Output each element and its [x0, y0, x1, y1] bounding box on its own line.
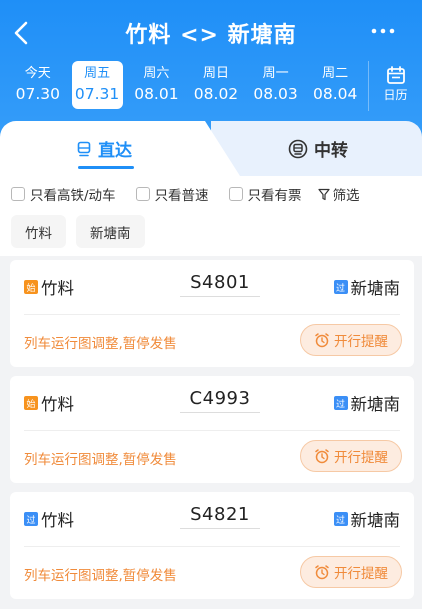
card-divider [24, 430, 400, 431]
page-title: 竹料 <> 新塘南 [125, 23, 297, 48]
date-weekday: 周日 [202, 66, 229, 81]
arrival-station-name: 新塘南 [350, 279, 401, 298]
date-value: 08.03 [253, 85, 298, 103]
alarm-clock-icon [315, 449, 329, 464]
train-number: S4821 [180, 504, 260, 529]
normal-speed-checkbox[interactable]: 只看普速 [135, 184, 209, 204]
tab-active-indicator [78, 166, 134, 169]
remind-label: 开行提醒 [334, 450, 388, 466]
date-weekday: 周五 [84, 66, 111, 81]
train-card-row: 过 竹料 S4821 过 新塘南 [24, 504, 400, 534]
remind-label: 开行提醒 [334, 334, 388, 350]
tab-transfer[interactable]: 中转 [288, 136, 348, 161]
date-value: 08.02 [193, 85, 239, 103]
train-card[interactable]: 始 竹料 C4993 过 新塘南 列车运行图调整,暂停发售 开行提醒 [10, 376, 414, 483]
filter-row: 只看高铁/动车 只看普速 只看有票 筛选 [11, 184, 360, 204]
departure-station-name: 竹料 [41, 279, 74, 298]
pass-station-badge: 过 [333, 512, 348, 526]
date-weekday: 周二 [322, 66, 349, 81]
suspension-note: 列车运行图调整,暂停发售 [24, 452, 177, 468]
calendar-icon [386, 66, 405, 84]
funnel-icon [317, 188, 330, 200]
date-item-0[interactable]: 今天 07.30 [8, 61, 68, 109]
departure-station: 始 竹料 [24, 275, 74, 299]
train-number: S4801 [180, 272, 260, 297]
pass-station-badge: 过 [333, 396, 348, 410]
checkbox-icon [11, 187, 25, 201]
filter-panel: 只看高铁/动车 只看普速 只看有票 筛选 竹料 新塘南 [0, 176, 422, 256]
tab-direct[interactable]: 直达 [76, 136, 132, 161]
checkbox-icon [228, 187, 243, 201]
date-item-4[interactable]: 周一 08.03 [246, 61, 306, 109]
train-number: C4993 [180, 388, 260, 413]
date-weekday: 周六 [143, 66, 170, 81]
pass-station-badge: 过 [24, 512, 38, 526]
date-value: 08.01 [134, 85, 179, 103]
start-station-badge: 始 [24, 280, 38, 294]
filter-button[interactable]: 筛选 [317, 184, 360, 204]
pass-station-badge: 过 [333, 280, 348, 294]
departure-station: 过 竹料 [24, 507, 74, 531]
card-divider [24, 546, 400, 547]
date-item-3[interactable]: 周日 08.02 [186, 61, 246, 109]
departure-station-name: 竹料 [41, 511, 74, 530]
suspension-note: 列车运行图调整,暂停发售 [24, 568, 177, 584]
normal-speed-label: 只看普速 [154, 188, 209, 204]
alarm-clock-icon [315, 333, 329, 348]
arrival-station-name: 新塘南 [350, 511, 401, 530]
train-card-row: 始 竹料 C4993 过 新塘南 [24, 388, 400, 418]
alarm-clock-icon [315, 565, 329, 580]
calendar-label: 日历 [383, 88, 408, 102]
high-speed-label: 只看高铁/动车 [30, 188, 116, 204]
filter-label: 筛选 [332, 188, 360, 204]
station-pill-to[interactable]: 新塘南 [76, 215, 145, 248]
suspension-note: 列车运行图调整,暂停发售 [24, 336, 177, 352]
date-item-5[interactable]: 周二 08.04 [305, 61, 365, 109]
arrival-station: 过 新塘南 [333, 391, 401, 415]
date-item-2[interactable]: 周六 08.01 [127, 61, 187, 109]
card-divider [24, 314, 400, 315]
calendar-button[interactable]: 日历 [368, 61, 422, 111]
available-only-label: 只看有票 [247, 188, 302, 204]
transfer-train-icon [288, 139, 308, 158]
departure-station-name: 竹料 [41, 395, 74, 414]
route-tabs: 直达 中转 [0, 121, 422, 176]
arrival-station: 过 新塘南 [333, 275, 401, 299]
start-station-badge: 始 [24, 396, 38, 410]
train-card[interactable]: 过 竹料 S4821 过 新塘南 列车运行图调整,暂停发售 开行提醒 [10, 492, 414, 599]
station-filter-row: 竹料 新塘南 [11, 215, 145, 248]
arrival-station-name: 新塘南 [350, 395, 401, 414]
date-weekday: 今天 [24, 66, 51, 81]
date-item-1-selected[interactable]: 周五 07.31 [71, 61, 123, 109]
station-pill-from[interactable]: 竹料 [11, 215, 66, 248]
available-only-checkbox[interactable]: 只看有票 [228, 184, 302, 204]
date-value: 07.30 [15, 85, 60, 103]
date-selector: 今天 07.30 周五 07.31 周六 08.01 周日 08.02 周一 0… [8, 61, 365, 113]
more-icon[interactable] [370, 24, 396, 38]
departure-reminder-button[interactable]: 开行提醒 [300, 324, 402, 356]
tab-direct-label: 直达 [98, 141, 132, 161]
high-speed-checkbox[interactable]: 只看高铁/动车 [11, 184, 116, 204]
arrival-station: 过 新塘南 [333, 507, 401, 531]
checkbox-icon [135, 187, 150, 201]
tab-transfer-label: 中转 [314, 141, 348, 161]
train-icon [77, 141, 91, 156]
departure-reminder-button[interactable]: 开行提醒 [300, 440, 402, 472]
train-card[interactable]: 始 竹料 S4801 过 新塘南 列车运行图调整,暂停发售 开行提醒 [10, 260, 414, 367]
date-value: 08.04 [312, 85, 358, 103]
remind-label: 开行提醒 [334, 566, 388, 582]
date-value: 07.31 [74, 85, 120, 103]
departure-reminder-button[interactable]: 开行提醒 [300, 556, 402, 588]
train-card-row: 始 竹料 S4801 过 新塘南 [24, 272, 400, 302]
departure-station: 始 竹料 [24, 391, 74, 415]
date-weekday: 周一 [262, 66, 289, 81]
